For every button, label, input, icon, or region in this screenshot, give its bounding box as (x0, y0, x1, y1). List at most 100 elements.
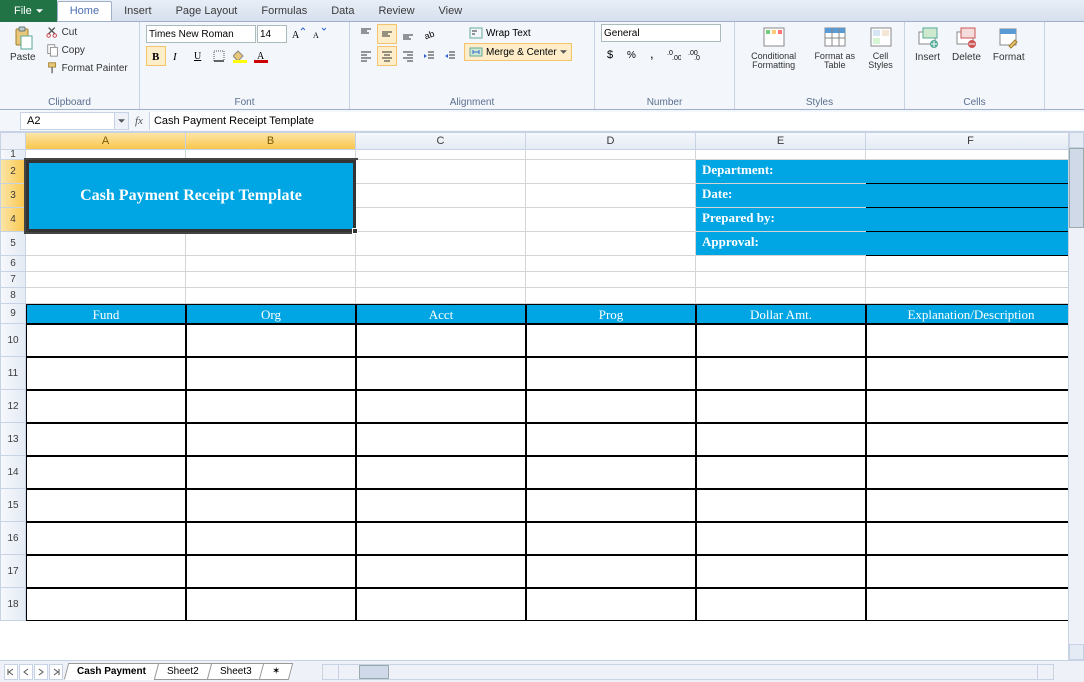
cell-A13[interactable] (26, 423, 186, 456)
cell-E12[interactable] (696, 390, 866, 423)
cell-F3[interactable] (866, 184, 1076, 208)
font-color-button[interactable]: A (251, 46, 271, 66)
paste-button[interactable]: Paste (6, 24, 40, 65)
cell-D13[interactable] (526, 423, 696, 456)
title-merged-cell[interactable]: Cash Payment Receipt Template (26, 160, 356, 232)
cell-C2[interactable] (356, 160, 526, 184)
align-top-button[interactable] (356, 24, 376, 44)
cell-D8[interactable] (526, 288, 696, 304)
cell-F18[interactable] (866, 588, 1076, 621)
col-header-F[interactable]: F (866, 132, 1076, 150)
select-all-corner[interactable] (0, 132, 26, 150)
grow-font-button[interactable]: A (288, 24, 308, 44)
row-header-9[interactable]: 9 (0, 304, 26, 324)
cell-F4[interactable] (866, 208, 1076, 232)
cell-B13[interactable] (186, 423, 356, 456)
table-header-desc[interactable]: Explanation/Description (866, 304, 1076, 324)
cell-B16[interactable] (186, 522, 356, 555)
row-header-4[interactable]: 4 (0, 208, 26, 232)
cell-A1[interactable] (26, 150, 186, 160)
cell-B18[interactable] (186, 588, 356, 621)
cell-D7[interactable] (526, 272, 696, 288)
align-bottom-button[interactable] (398, 24, 418, 44)
cell-E1[interactable] (696, 150, 866, 160)
cell-E14[interactable] (696, 456, 866, 489)
wrap-text-button[interactable]: Wrap Text (464, 24, 572, 42)
table-header-acct[interactable]: Acct (356, 304, 526, 324)
formula-input[interactable] (149, 112, 1084, 130)
cell-A16[interactable] (26, 522, 186, 555)
tab-review[interactable]: Review (366, 2, 426, 20)
cell-E10[interactable] (696, 324, 866, 357)
scroll-right-button[interactable] (1037, 665, 1053, 679)
merge-center-button[interactable]: Merge & Center (464, 43, 572, 61)
border-button[interactable] (209, 46, 229, 66)
cell-D3[interactable] (526, 184, 696, 208)
row-header-5[interactable]: 5 (0, 232, 26, 256)
cell-B11[interactable] (186, 357, 356, 390)
sheet-tab-new[interactable]: ✶ (259, 663, 294, 680)
tab-insert[interactable]: Insert (112, 2, 164, 20)
cell-styles-button[interactable]: Cell Styles (863, 24, 898, 72)
selection-fill-handle[interactable] (352, 228, 358, 234)
cell-D1[interactable] (526, 150, 696, 160)
row-header-13[interactable]: 13 (0, 423, 26, 456)
number-format-select[interactable] (601, 24, 721, 42)
row-header-7[interactable]: 7 (0, 272, 26, 288)
row-header-16[interactable]: 16 (0, 522, 26, 555)
tab-formulas[interactable]: Formulas (249, 2, 319, 20)
cell-D2[interactable] (526, 160, 696, 184)
font-size-select[interactable] (257, 25, 287, 43)
shrink-font-button[interactable]: A (309, 24, 329, 44)
accounting-format-button[interactable]: $ (601, 44, 621, 64)
cell-F6[interactable] (866, 256, 1076, 272)
cell-A5[interactable] (26, 232, 186, 256)
cell-C15[interactable] (356, 489, 526, 522)
row-header-15[interactable]: 15 (0, 489, 26, 522)
increase-indent-button[interactable] (440, 46, 460, 66)
cell-A14[interactable] (26, 456, 186, 489)
cell-C11[interactable] (356, 357, 526, 390)
fx-icon[interactable]: fx (135, 115, 143, 127)
sheet-tab-2[interactable]: Sheet2 (154, 663, 212, 680)
cell-F13[interactable] (866, 423, 1076, 456)
cell-D16[interactable] (526, 522, 696, 555)
cell-C8[interactable] (356, 288, 526, 304)
cell-E7[interactable] (696, 272, 866, 288)
cell-E13[interactable] (696, 423, 866, 456)
increase-decimal-button[interactable]: .0.00 (664, 44, 684, 64)
sheet-tab-3[interactable]: Sheet3 (206, 663, 264, 680)
decrease-decimal-button[interactable]: .00.0 (685, 44, 705, 64)
cell-F1[interactable] (866, 150, 1076, 160)
name-box-dropdown[interactable] (115, 112, 129, 130)
cell-B10[interactable] (186, 324, 356, 357)
horizontal-scrollbar[interactable] (322, 664, 1054, 680)
row-header-18[interactable]: 18 (0, 588, 26, 621)
cell-E16[interactable] (696, 522, 866, 555)
conditional-formatting-button[interactable]: Conditional Formatting (741, 24, 806, 72)
col-header-D[interactable]: D (526, 132, 696, 150)
cell-B7[interactable] (186, 272, 356, 288)
copy-button[interactable]: Copy (44, 42, 130, 58)
sheet-nav-next[interactable] (34, 664, 48, 680)
font-name-select[interactable] (146, 25, 256, 43)
scroll-up-button[interactable] (1069, 132, 1084, 148)
italic-button[interactable]: I (167, 46, 187, 66)
cell-D4[interactable] (526, 208, 696, 232)
cell-D14[interactable] (526, 456, 696, 489)
cell-F14[interactable] (866, 456, 1076, 489)
col-header-B[interactable]: B (186, 132, 356, 150)
cell-C16[interactable] (356, 522, 526, 555)
cell-E4[interactable]: Prepared by: (696, 208, 866, 232)
cell-E15[interactable] (696, 489, 866, 522)
cell-A7[interactable] (26, 272, 186, 288)
sheet-tab-active[interactable]: Cash Payment (64, 663, 159, 680)
name-box[interactable] (20, 112, 115, 130)
cell-B6[interactable] (186, 256, 356, 272)
row-header-14[interactable]: 14 (0, 456, 26, 489)
cell-F5[interactable] (866, 232, 1076, 256)
cell-F16[interactable] (866, 522, 1076, 555)
cell-F8[interactable] (866, 288, 1076, 304)
cell-C3[interactable] (356, 184, 526, 208)
cell-E3[interactable]: Date: (696, 184, 866, 208)
